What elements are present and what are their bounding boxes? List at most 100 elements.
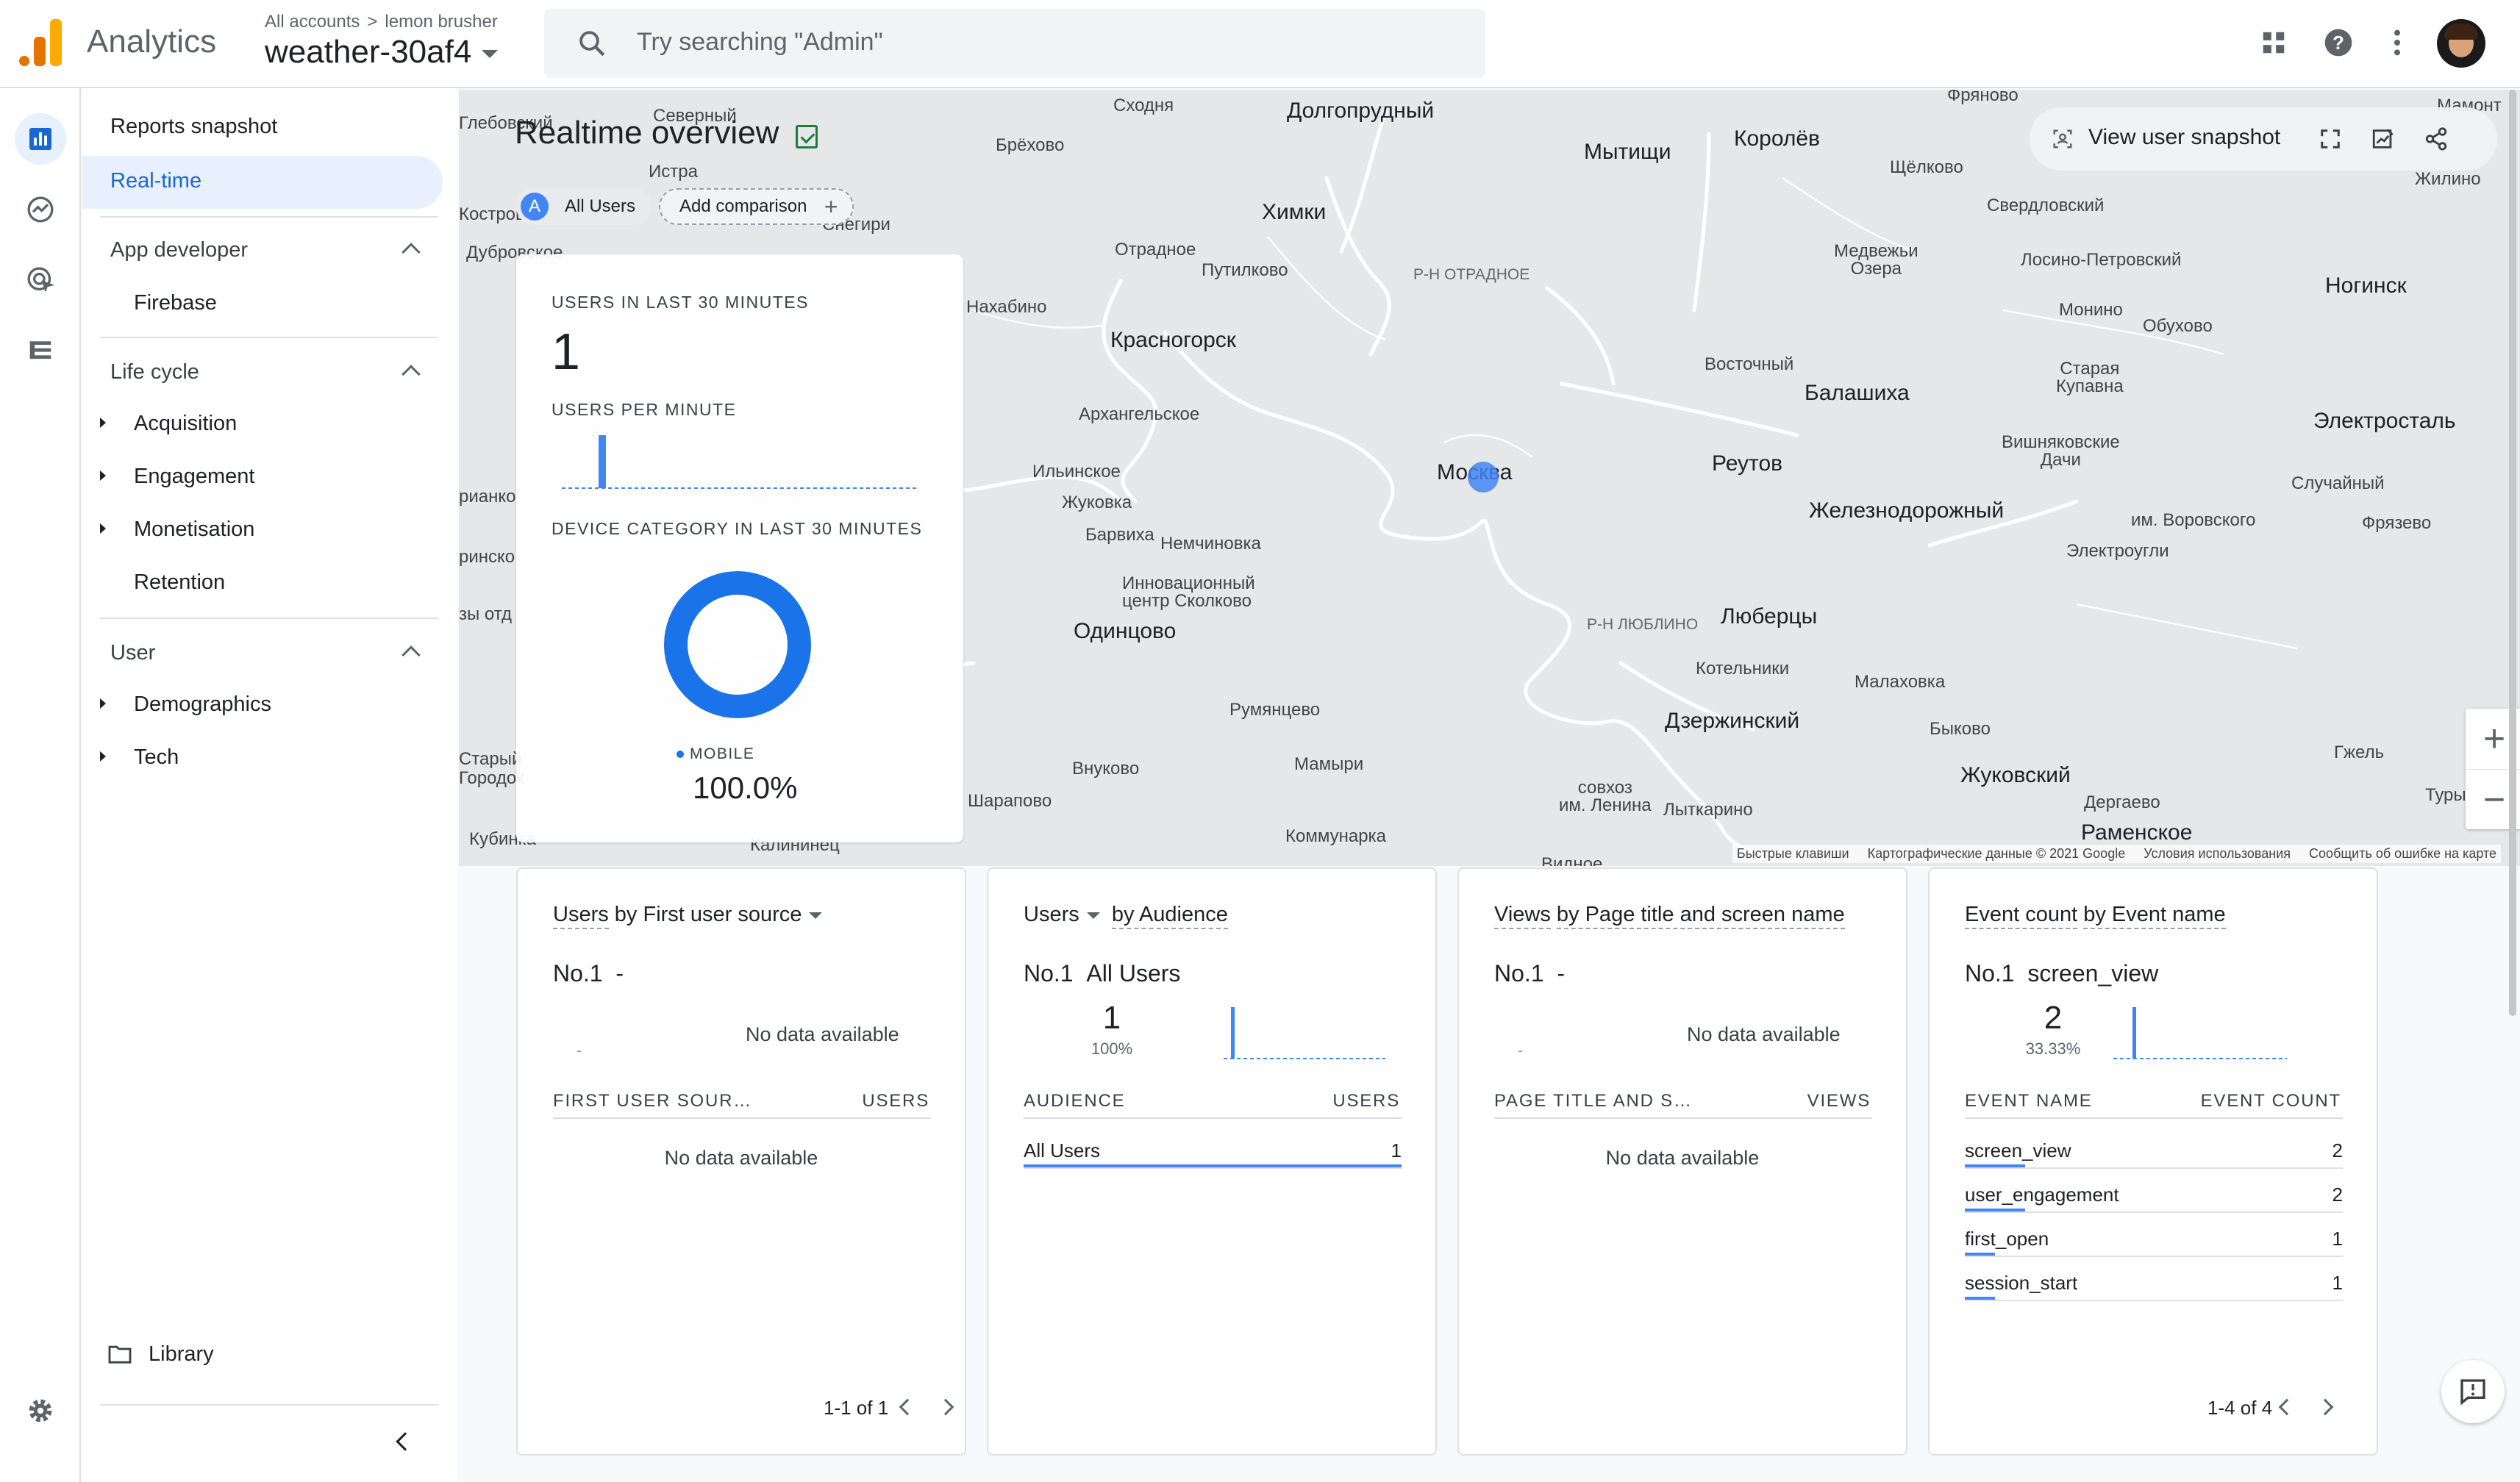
row-name[interactable]: user_engagement bbox=[1965, 1184, 2119, 1206]
next-page-icon[interactable] bbox=[937, 1398, 954, 1416]
dimension-label[interactable]: by Page title and screen name bbox=[1556, 903, 1845, 929]
add-comparison-button[interactable]: Add comparison + bbox=[659, 188, 854, 225]
nav-reports-snapshot[interactable]: Reports snapshot bbox=[110, 115, 277, 139]
metric-selector[interactable]: Event count bbox=[1965, 903, 2078, 929]
view-user-snapshot-button[interactable]: View user snapshot bbox=[2088, 125, 2280, 150]
nav-section-app-developer[interactable]: App developer bbox=[110, 238, 248, 262]
table-row[interactable]: screen_view 2 bbox=[1965, 1131, 2343, 1175]
plus-icon: + bbox=[824, 193, 838, 220]
expand-arrow-icon[interactable] bbox=[100, 470, 106, 481]
fullscreen-icon[interactable] bbox=[2312, 121, 2349, 157]
per-minute-bar[interactable] bbox=[599, 435, 606, 488]
chevron-up-icon[interactable] bbox=[401, 645, 421, 665]
sparkline-chart[interactable] bbox=[2113, 1007, 2287, 1060]
dropdown-arrow-icon[interactable] bbox=[1086, 912, 1100, 919]
nav-section-user[interactable]: User bbox=[110, 641, 155, 665]
nav-realtime[interactable]: Real-time bbox=[82, 156, 443, 209]
feedback-button[interactable] bbox=[2441, 1360, 2505, 1423]
prev-page-icon[interactable] bbox=[899, 1398, 916, 1416]
map-label: Румянцево bbox=[1229, 700, 1321, 720]
column-header[interactable]: AUDIENCE bbox=[1024, 1091, 1125, 1112]
chevron-up-icon[interactable] bbox=[401, 243, 421, 262]
property-selector[interactable]: weather-30af4 bbox=[265, 34, 499, 71]
expand-arrow-icon[interactable] bbox=[100, 698, 106, 709]
advertising-icon[interactable] bbox=[15, 254, 66, 306]
row-name[interactable]: screen_view bbox=[1965, 1139, 2071, 1162]
more-vert-icon[interactable] bbox=[2375, 21, 2419, 65]
feedback-icon bbox=[2460, 1379, 2485, 1406]
column-header[interactable]: FIRST USER SOUR… bbox=[553, 1091, 752, 1112]
account-name[interactable]: lemon brusher bbox=[385, 12, 497, 32]
nav-engagement[interactable]: Engagement bbox=[134, 465, 254, 489]
apps-grid-icon[interactable] bbox=[2252, 21, 2296, 65]
column-header[interactable]: VIEWS bbox=[1807, 1091, 1871, 1112]
account-breadcrumb[interactable]: All accounts > lemon brusher bbox=[265, 12, 498, 32]
analytics-logo-icon[interactable] bbox=[19, 19, 62, 66]
user-snapshot-icon[interactable] bbox=[2044, 121, 2081, 157]
row-name[interactable]: session_start bbox=[1965, 1272, 2077, 1295]
dimension-label[interactable]: by Audience bbox=[1111, 903, 1228, 929]
metric-selector[interactable]: Views bbox=[1494, 903, 1551, 929]
nav-firebase[interactable]: Firebase bbox=[134, 291, 217, 315]
page-scrollbar[interactable] bbox=[2509, 90, 2516, 1016]
metric-selector[interactable]: Users bbox=[1024, 903, 1079, 926]
nav-monetisation[interactable]: Monetisation bbox=[134, 518, 254, 542]
dropdown-arrow-icon[interactable] bbox=[809, 912, 823, 919]
share-icon[interactable] bbox=[2418, 121, 2455, 157]
sparkline-bar[interactable] bbox=[2132, 1007, 2136, 1059]
expand-arrow-icon[interactable] bbox=[100, 751, 106, 762]
help-icon[interactable]: ? bbox=[2316, 21, 2360, 65]
users-per-minute-chart[interactable] bbox=[562, 435, 918, 494]
metric-selector[interactable]: Users bbox=[553, 903, 609, 929]
reports-icon[interactable] bbox=[15, 113, 66, 165]
row-name[interactable]: All Users bbox=[1024, 1139, 1100, 1162]
verified-check-icon[interactable] bbox=[796, 125, 818, 148]
chevron-up-icon[interactable] bbox=[401, 365, 421, 384]
table-row[interactable]: session_start 1 bbox=[1965, 1263, 2343, 1307]
chip-label: All Users bbox=[565, 196, 636, 216]
user-location-dot[interactable] bbox=[1468, 462, 1499, 493]
card-title[interactable]: Event count by Event name bbox=[1965, 903, 2226, 929]
report-error-link[interactable]: Сообщить об ошибке на карте bbox=[2309, 846, 2496, 861]
prev-page-icon[interactable] bbox=[2278, 1398, 2296, 1416]
card-title[interactable]: Users by First user source bbox=[553, 903, 823, 929]
comparison-chip-all-users[interactable]: A All Users bbox=[516, 188, 652, 225]
all-accounts-link[interactable]: All accounts bbox=[265, 12, 360, 32]
card-title[interactable]: Users by Audience bbox=[1024, 903, 1228, 929]
configure-icon[interactable] bbox=[15, 325, 66, 376]
device-donut-chart[interactable] bbox=[662, 569, 813, 720]
column-header[interactable]: USERS bbox=[1332, 1091, 1400, 1112]
column-header[interactable]: USERS bbox=[862, 1091, 929, 1112]
donut-slice-mobile[interactable] bbox=[664, 571, 811, 718]
nav-tech[interactable]: Tech bbox=[134, 745, 179, 770]
search-bar[interactable]: Try searching "Admin" bbox=[544, 9, 1485, 78]
nav-retention[interactable]: Retention bbox=[134, 570, 225, 595]
table-row[interactable]: All Users 1 bbox=[1024, 1131, 1402, 1175]
dimension-label[interactable]: by First user source bbox=[615, 903, 802, 926]
table-row[interactable]: user_engagement 2 bbox=[1965, 1175, 2343, 1219]
sparkline-chart[interactable] bbox=[1224, 1007, 1385, 1060]
sparkline-bar[interactable] bbox=[1231, 1007, 1235, 1059]
expand-arrow-icon[interactable] bbox=[100, 418, 106, 428]
next-page-icon[interactable] bbox=[2316, 1398, 2334, 1416]
table-row[interactable]: first_open 1 bbox=[1965, 1219, 2343, 1263]
map-label: Восточный bbox=[1705, 354, 1794, 374]
column-header[interactable]: PAGE TITLE AND S… bbox=[1494, 1091, 1693, 1112]
nav-acquisition[interactable]: Acquisition bbox=[134, 412, 237, 436]
nav-demographics[interactable]: Demographics bbox=[134, 692, 271, 717]
column-header[interactable]: EVENT COUNT bbox=[2201, 1091, 2341, 1112]
nav-section-life-cycle[interactable]: Life cycle bbox=[110, 360, 199, 384]
terms-link[interactable]: Условия использования bbox=[2144, 846, 2291, 861]
card-title[interactable]: Views by Page title and screen name bbox=[1494, 903, 1845, 929]
dimension-label[interactable]: by Event name bbox=[2083, 903, 2226, 929]
explore-icon[interactable] bbox=[15, 184, 66, 235]
customize-report-icon[interactable] bbox=[2365, 121, 2402, 157]
account-avatar[interactable] bbox=[2437, 19, 2485, 68]
row-name[interactable]: first_open bbox=[1965, 1228, 2049, 1250]
admin-gear-icon[interactable] bbox=[15, 1385, 66, 1436]
column-header[interactable]: EVENT NAME bbox=[1965, 1091, 2093, 1112]
top-app-bar: Analytics All accounts > lemon brusher wea… bbox=[0, 0, 2520, 88]
keyboard-shortcuts-link[interactable]: Быстрые клавиши bbox=[1737, 846, 1849, 861]
expand-arrow-icon[interactable] bbox=[100, 523, 106, 534]
collapse-nav-chevron-icon[interactable] bbox=[396, 1432, 415, 1451]
